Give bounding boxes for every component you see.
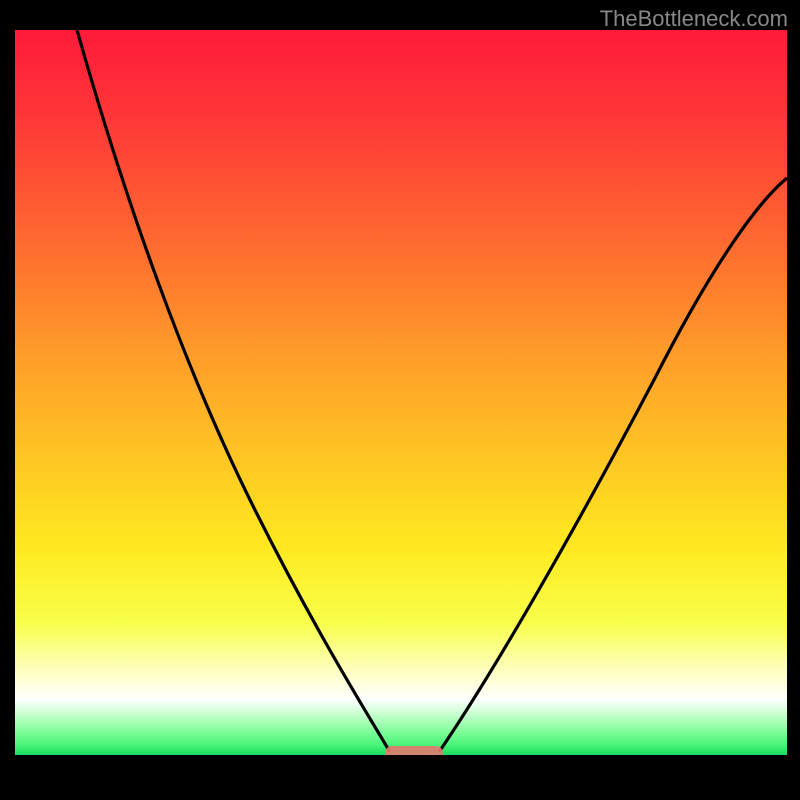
watermark-text: TheBottleneck.com	[600, 6, 788, 32]
chart-frame	[15, 30, 787, 790]
gradient-background	[15, 30, 787, 790]
baseline-black-strip	[15, 755, 787, 790]
